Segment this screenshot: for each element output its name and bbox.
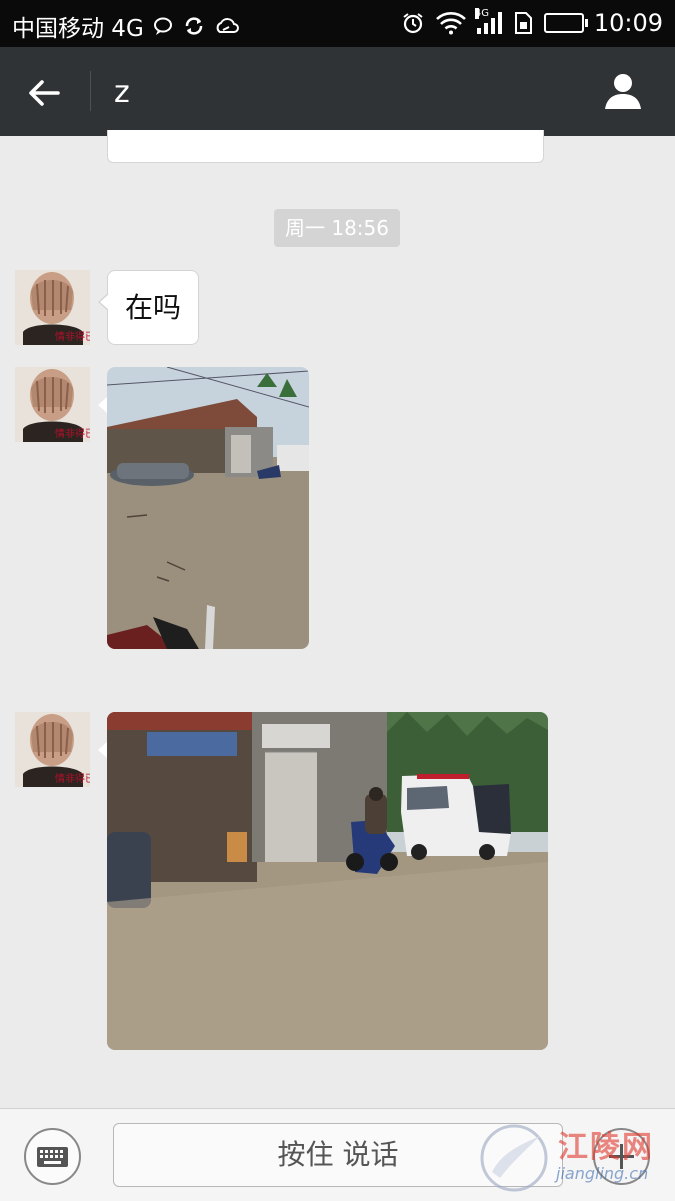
status-right: 4G 10:09 — [401, 8, 663, 37]
site-watermark: 江陵网 jiangling.cn — [478, 1122, 668, 1194]
image-message[interactable] — [107, 367, 309, 649]
status-left: 中国移动 4G — [12, 9, 240, 43]
network-badge: 4G — [474, 8, 489, 19]
status-bar: 中国移动 4G 4G 10:09 — [0, 0, 675, 47]
avatar-caption: 情非得已 — [55, 330, 90, 343]
battery-icon — [543, 13, 588, 33]
previous-message-bubble[interactable] — [107, 130, 544, 163]
avatar-face-image: 情非得已 — [15, 712, 90, 787]
avatar-caption: 情非得已 — [55, 427, 90, 440]
text-message-bubble[interactable]: 在吗 — [97, 270, 200, 345]
chat-title: z — [114, 75, 130, 110]
chat-bubble-icon — [153, 17, 172, 35]
avatar-face-image: 情非得已 — [15, 270, 90, 345]
avatar[interactable]: 情非得已 — [15, 367, 90, 442]
chat-header: z — [0, 47, 675, 136]
watermark-url: jiangling.cn — [556, 1164, 649, 1183]
keyboard-icon — [37, 1147, 68, 1167]
arrow-left-icon[interactable] — [24, 73, 64, 113]
clock-label: 10:09 — [593, 9, 663, 37]
sim-icon — [514, 12, 532, 34]
image-message[interactable] — [107, 712, 548, 1050]
bubble-tail — [98, 742, 107, 758]
keyboard-toggle-button[interactable] — [24, 1128, 81, 1185]
message-timestamp: 周一 18:56 — [274, 209, 400, 247]
avatar-face-image: 情非得已 — [15, 367, 90, 442]
alarm-icon — [403, 13, 423, 34]
wifi-icon — [435, 12, 466, 35]
street-photo-1 — [107, 367, 309, 649]
avatar-caption: 情非得已 — [55, 772, 90, 785]
carrier-label: 中国移动 4G — [12, 16, 144, 42]
avatar[interactable]: 情非得已 — [15, 270, 90, 345]
avatar[interactable]: 情非得已 — [15, 712, 90, 787]
watermark-name: 江陵网 — [558, 1130, 654, 1165]
signal-icon: 4G — [474, 8, 502, 34]
header-divider — [90, 71, 91, 111]
street-photo-2 — [107, 712, 548, 1050]
watermark-logo-icon — [480, 1124, 548, 1192]
person-icon[interactable] — [601, 69, 645, 113]
bubble-tail — [98, 397, 107, 413]
cloud-icon — [216, 18, 239, 33]
sync-icon — [185, 17, 203, 35]
message-text: 在吗 — [125, 291, 182, 324]
